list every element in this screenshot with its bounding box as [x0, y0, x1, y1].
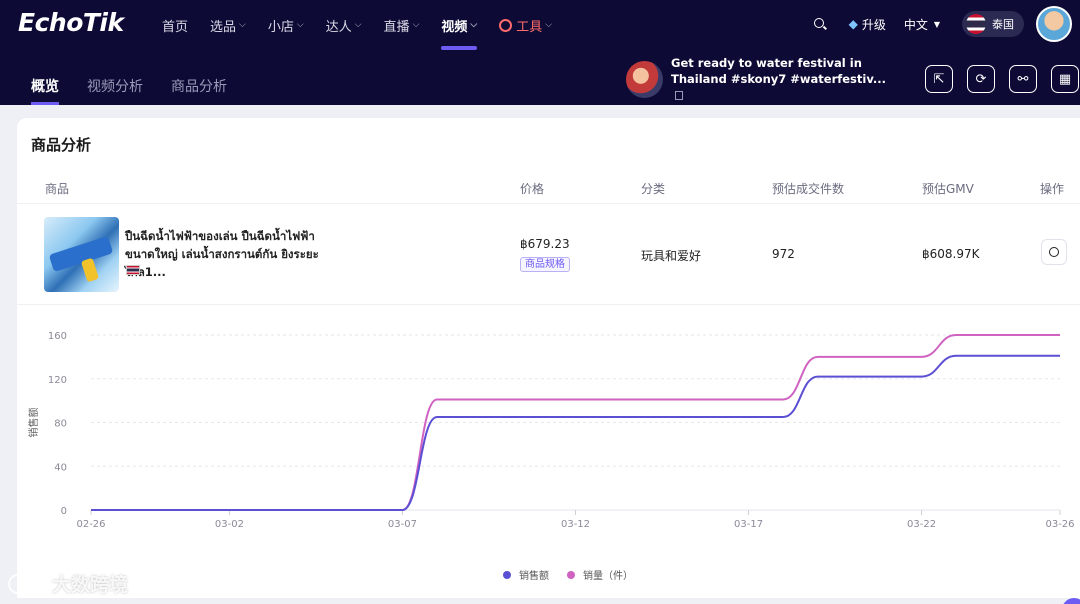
floating-help-button[interactable] [1062, 598, 1080, 604]
sub-tabs: 概览 视频分析 商品分析 [31, 76, 255, 105]
th-price: 价格 [520, 182, 545, 196]
main-nav: 首页 选品 ⌵ 小店 ⌵ 达人 ⌵ 直播 ⌵ 视频 ⌵ 工具 ⌵ [162, 0, 574, 50]
tab-video-analysis[interactable]: 视频分析 [87, 76, 143, 105]
x-tick-label: 03-02 [215, 519, 244, 530]
product-est-quantity: 972 [772, 247, 795, 261]
th-est-quantity: 预估成交件数 [772, 182, 845, 196]
x-tick-label: 03-26 [1045, 519, 1074, 530]
nav-item-home[interactable]: 首页 [162, 0, 188, 50]
y-tick-label: 80 [54, 419, 67, 430]
caret-down-icon: ▼ [933, 19, 940, 29]
chart-legend: 销售额 销量（件） [503, 567, 651, 582]
chevron-down-icon: ⌵ [470, 20, 478, 30]
chevron-down-icon: ⌵ [354, 20, 362, 30]
y-tick-label: 160 [48, 331, 67, 342]
nav-item-shops[interactable]: 小店 ⌵ [268, 0, 304, 50]
video-thumbnail[interactable] [626, 60, 663, 98]
search-product-button[interactable] [1041, 239, 1067, 265]
y-tick-label: 40 [54, 462, 67, 473]
openai-tool-icon [499, 18, 513, 32]
country-select[interactable]: 泰国 [962, 11, 1024, 37]
thailand-flag-icon [126, 265, 140, 275]
chevron-down-icon: ⌵ [239, 20, 246, 30]
product-category: 玩具和爱好 [641, 249, 702, 263]
thailand-flag-icon [966, 14, 986, 34]
refresh-button[interactable]: ⟳ [967, 65, 995, 93]
search-icon[interactable] [813, 17, 827, 31]
th-actions: 操作 [1040, 182, 1065, 196]
chevron-down-icon: ⌵ [412, 20, 420, 30]
legend-item-quantity[interactable]: 销量（件） [567, 567, 633, 582]
legend-item-sales[interactable]: 销售额 [503, 567, 549, 582]
tab-product-analysis[interactable]: 商品分析 [171, 76, 227, 105]
open-external-button[interactable]: ⇱ [925, 65, 953, 93]
x-tick-label: 03-07 [388, 519, 417, 530]
video-info: Get ready to water festival in Thailand … [626, 56, 896, 100]
language-select[interactable]: 中文 ▼ [904, 16, 940, 33]
product-spec-badge[interactable]: 商品规格 [520, 257, 570, 272]
nav-item-influencers[interactable]: 达人 ⌵ [326, 0, 362, 50]
legend-dot [567, 570, 575, 579]
nav-item-products[interactable]: 选品 ⌵ [210, 0, 246, 50]
watermark-logo-icon [8, 573, 46, 594]
sales-line-chart: 0 40 80 120 160 销售额 02-26 03-02 03-07 03-12 03-17 0… [17, 308, 1080, 598]
x-tick-label: 03-17 [734, 519, 763, 530]
x-tick-label: 03-12 [561, 519, 590, 530]
product-analysis-card: 商品分析 商品 价格 分类 预估成交件数 预估GMV 操作 ปืนฉีดน้ำไ… [17, 118, 1080, 598]
product-image[interactable] [44, 217, 119, 292]
table-row: ปืนฉีดน้ำไฟฟ้าของเล่น ปืนฉีดน้ำไฟฟ้าขนาด… [17, 205, 1080, 305]
refresh-icon: ⟳ [975, 71, 987, 87]
y-axis-label: 销售额 [27, 408, 40, 438]
copy-icon[interactable] [675, 91, 683, 100]
nav-item-live[interactable]: 直播 ⌵ [384, 0, 420, 50]
product-price: ฿679.23 [520, 237, 570, 251]
y-tick-label: 0 [61, 506, 67, 517]
link-button[interactable]: ⚯ [1009, 65, 1037, 93]
tab-overview[interactable]: 概览 [31, 76, 59, 105]
nav-item-tools[interactable]: 工具 ⌵ [499, 0, 552, 50]
watermark: 大数跨境 [8, 570, 128, 597]
header-tools: ◆ 升级 中文 ▼ 泰国 [813, 0, 1080, 48]
top-navbar: EchoTik 首页 选品 ⌵ 小店 ⌵ 达人 ⌵ 直播 ⌵ 视频 ⌵ 工具 ⌵ ◆ 升级 中… [0, 0, 1080, 105]
upgrade-button[interactable]: ◆ 升级 [849, 16, 886, 33]
link-icon: ⚯ [1017, 71, 1029, 87]
video-title: Get ready to water festival in Thailand … [671, 55, 891, 103]
chevron-down-icon: ⌵ [296, 20, 304, 30]
video-actions: ⇱ ⟳ ⚯ ▦ [911, 65, 1079, 93]
table-header: 商品 价格 分类 预估成交件数 预估GMV 操作 [17, 170, 1080, 204]
th-est-gmv: 预估GMV [922, 182, 974, 196]
chart-svg: 0 40 80 120 160 销售额 02-26 03-02 03-07 03-12 03-17 0… [27, 331, 1075, 530]
user-avatar[interactable] [1036, 6, 1072, 42]
section-title: 商品分析 [31, 136, 92, 154]
legend-dot [503, 570, 511, 579]
x-tick-label: 03-22 [907, 519, 936, 530]
nav-item-video[interactable]: 视频 ⌵ [441, 0, 477, 50]
product-name[interactable]: ปืนฉีดน้ำไฟฟ้าของเล่น ปืนฉีดน้ำไฟฟ้าขนาด… [125, 227, 335, 281]
th-product: 商品 [45, 182, 70, 196]
search-icon [1049, 247, 1059, 257]
diamond-icon: ◆ [848, 17, 858, 31]
y-tick-label: 120 [48, 375, 67, 386]
th-category: 分类 [641, 182, 666, 196]
external-link-icon: ⇱ [933, 71, 945, 87]
echotik-logo[interactable]: EchoTik [18, 8, 124, 37]
x-tick-label: 02-26 [76, 519, 105, 530]
chevron-down-icon: ⌵ [545, 20, 553, 30]
qr-code-icon: ▦ [1058, 71, 1072, 87]
qr-code-button[interactable]: ▦ [1051, 65, 1079, 93]
product-est-gmv: ฿608.97K [922, 247, 980, 261]
